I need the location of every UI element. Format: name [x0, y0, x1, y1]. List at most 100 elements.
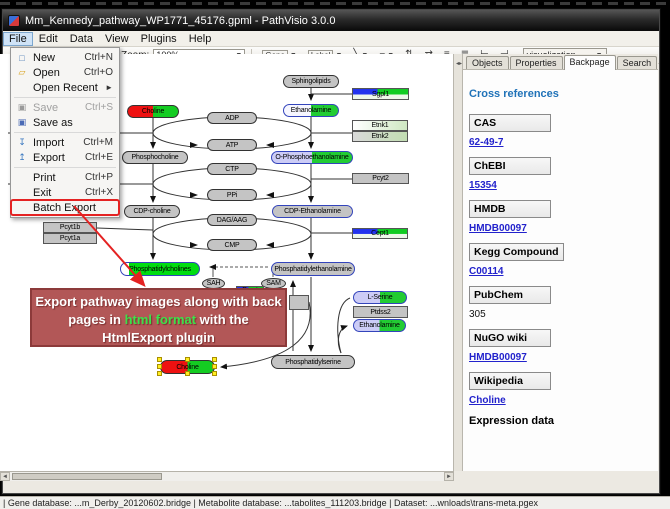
reference-title: Wikipedia: [469, 372, 551, 390]
node-etnk1-5[interactable]: Etnk1: [352, 120, 408, 131]
reference-value: HMDB00097: [469, 223, 658, 234]
file-menu-item-export[interactable]: ↥ExportCtrl+E: [11, 150, 119, 165]
menu-edit[interactable]: Edit: [33, 32, 64, 46]
app-icon: [8, 15, 20, 27]
menu-item-label: Save: [29, 102, 85, 114]
status-text: | Gene database: ...m_Derby_20120602.bri…: [3, 498, 538, 508]
node-phosphocholine-8[interactable]: Phosphocholine: [122, 151, 188, 164]
selection-handle[interactable]: [212, 371, 217, 376]
node-dag-aag-15[interactable]: DAG/AAG: [207, 214, 257, 226]
reference-value: 15354: [469, 180, 658, 191]
tab-objects[interactable]: Objects: [466, 56, 509, 69]
menu-separator: [14, 167, 116, 168]
selection-handle[interactable]: [185, 357, 190, 362]
node-phosphatidylethanolamine-21[interactable]: Phosphatidylethanolamine: [271, 262, 355, 276]
node-ctp-10[interactable]: CTP: [207, 163, 257, 175]
reference-link[interactable]: Choline: [469, 395, 506, 406]
menu-data[interactable]: Data: [64, 32, 99, 46]
file-menu-item-exit[interactable]: ExitCtrl+X: [11, 185, 119, 200]
expression-data-heading: Expression data: [469, 415, 658, 427]
callout-highlight: html format: [125, 312, 197, 327]
node-pcyt2-11[interactable]: Pcyt2: [352, 173, 409, 184]
node-cdp-choline-13[interactable]: CDP-choline: [124, 205, 180, 218]
reference-title: Kegg Compound: [469, 243, 564, 261]
node-sgpl1-1[interactable]: Sgpl1: [352, 88, 409, 100]
scroll-right-icon[interactable]: ►: [444, 472, 454, 481]
tab-properties[interactable]: Properties: [510, 56, 563, 69]
menu-separator: [14, 132, 116, 133]
file-menu-item-batch-export[interactable]: Batch Export: [11, 200, 119, 215]
selection-handle[interactable]: [157, 371, 162, 376]
node-phosphatidylserine-29[interactable]: Phosphatidylserine: [271, 355, 355, 369]
node-cept1-16[interactable]: Cept1: [352, 228, 408, 239]
node-pcyt1a-19[interactable]: Pcyt1a: [43, 233, 97, 244]
new-document-icon: □: [15, 53, 29, 63]
node-ethanolamine-28[interactable]: Ethanolamine: [353, 319, 406, 332]
reference-link[interactable]: 15354: [469, 180, 497, 191]
save-icon: ▣: [15, 102, 29, 113]
reference-value: 62-49-7: [469, 137, 658, 148]
selection-handle[interactable]: [185, 371, 190, 376]
menu-help[interactable]: Help: [183, 32, 218, 46]
node-ethanolamine-3[interactable]: Ethanolamine: [283, 104, 339, 117]
selection-handle[interactable]: [212, 364, 217, 369]
menu-plugins[interactable]: Plugins: [135, 32, 183, 46]
menu-item-shortcut: Ctrl+E: [85, 152, 113, 163]
node-etnk2-6[interactable]: Etnk2: [352, 131, 408, 142]
file-menu-item-new[interactable]: □NewCtrl+N: [11, 50, 119, 65]
reference-section-cas: CAS 62-49-7: [469, 114, 658, 148]
scrollbar-thumb[interactable]: [12, 473, 162, 480]
selection-handle[interactable]: [212, 357, 217, 362]
reference-title: CAS: [469, 114, 551, 132]
tab-backpage[interactable]: Backpage: [564, 55, 616, 70]
reference-link[interactable]: HMDB00097: [469, 223, 527, 234]
import-icon: ↧: [15, 137, 29, 148]
callout-line2: pages in html format with the: [32, 311, 285, 329]
menu-item-shortcut: Ctrl+O: [84, 67, 113, 78]
node-cdp-ethanolamine-14[interactable]: CDP-Ethanolamine: [272, 205, 353, 218]
submenu-arrow-icon: ►: [105, 83, 113, 92]
reference-link[interactable]: HMDB00097: [469, 352, 527, 363]
reference-section-kegg-compound: Kegg Compound C00114: [469, 243, 658, 277]
reference-section-chebi: ChEBI15354: [469, 157, 658, 191]
side-panel-tabs: ObjectsPropertiesBackpageSearchLegend: [463, 54, 658, 70]
menu-file[interactable]: File: [3, 32, 33, 46]
file-menu-item-open[interactable]: ▱OpenCtrl+O: [11, 65, 119, 80]
tab-search[interactable]: Search: [617, 56, 658, 69]
open-folder-icon: ▱: [15, 67, 29, 78]
panel-splitter[interactable]: ◂▸: [454, 54, 463, 471]
file-menu-item-save: ▣SaveCtrl+S: [11, 100, 119, 115]
selection-handle[interactable]: [157, 357, 162, 362]
menu-item-label: Save as: [29, 117, 113, 129]
node-l-serine-26[interactable]: L-Serine: [353, 291, 407, 304]
menu-item-shortcut: Ctrl+X: [85, 187, 113, 198]
file-menu-item-print[interactable]: PrintCtrl+P: [11, 170, 119, 185]
reference-title: PubChem: [469, 286, 551, 304]
node-ppi-12[interactable]: PPi: [207, 189, 257, 201]
file-menu-item-import[interactable]: ↧ImportCtrl+M: [11, 135, 119, 150]
node-ptdss2-27[interactable]: Ptdss2: [353, 306, 408, 318]
node-adp-4[interactable]: ADP: [207, 112, 257, 124]
node-phosphatidylcholines-20[interactable]: Phosphatidylcholines: [120, 262, 200, 276]
scroll-left-icon[interactable]: ◄: [0, 472, 10, 481]
node-sphingolipids-0[interactable]: Sphingolipids: [283, 75, 339, 88]
menu-item-label: Export: [29, 152, 85, 164]
node-pcyt1b-18[interactable]: Pcyt1b: [43, 222, 97, 233]
reference-link[interactable]: 62-49-7: [469, 137, 503, 148]
horizontal-scrollbar[interactable]: ◄ ►: [0, 471, 454, 481]
file-menu-item-save-as[interactable]: ▣Save as: [11, 115, 119, 130]
node-atp-7[interactable]: ATP: [207, 139, 257, 151]
file-menu-item-open-recent[interactable]: Open Recent►: [11, 80, 119, 95]
node-o-phosphoethanolamine-9[interactable]: O-Phosphoethanolamine: [271, 151, 353, 164]
reference-section-pubchem: PubChem305: [469, 286, 658, 320]
selection-handle[interactable]: [157, 364, 162, 369]
reference-link[interactable]: C00114: [469, 266, 503, 277]
node-cmp-17[interactable]: CMP: [207, 239, 257, 251]
menu-view[interactable]: View: [99, 32, 135, 46]
splitter-grip-icon[interactable]: ◂▸: [456, 60, 462, 67]
node-unlabeled-25[interactable]: [289, 295, 309, 310]
node-choline-2[interactable]: Choline: [127, 105, 179, 118]
title-bar[interactable]: Mm_Kennedy_pathway_WP1771_45176.gpml - P…: [3, 10, 659, 31]
side-panel: ObjectsPropertiesBackpageSearchLegend Cr…: [463, 54, 658, 471]
menu-item-shortcut: Ctrl+P: [85, 172, 113, 183]
